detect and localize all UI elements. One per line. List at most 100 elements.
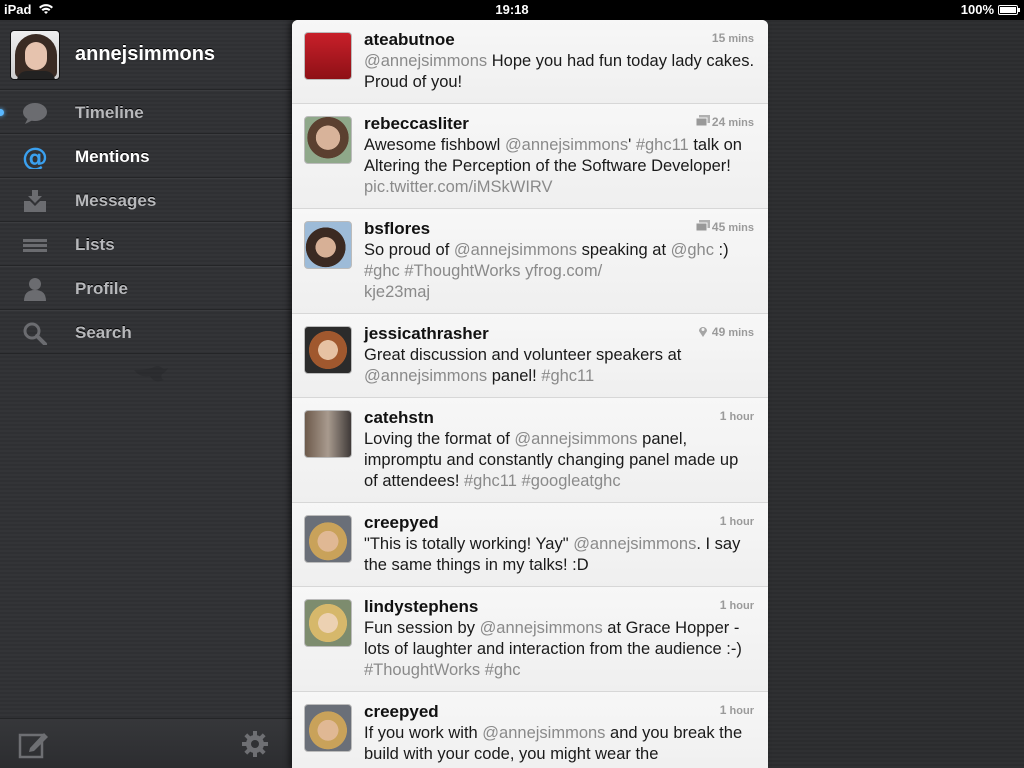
tweet-text-segment: panel! (487, 367, 542, 385)
tweet-entity-link[interactable]: @annejsimmons (364, 367, 487, 385)
tweet-timestamp: 49 mins (712, 325, 754, 339)
tweet-text-segment: ' (628, 136, 636, 154)
tweet-username[interactable]: lindystephens (364, 597, 478, 617)
tweet-username[interactable]: rebeccasliter (364, 114, 469, 134)
tweet-time-value: 24 (711, 115, 726, 129)
tweet-entity-link[interactable]: @annejsimmons (480, 619, 603, 637)
tweet-text-segment: Awesome fishbowl (364, 136, 505, 154)
tweet-entity-link[interactable]: @annejsimmons (505, 136, 628, 154)
battery-icon (998, 5, 1020, 15)
tweet-text: "This is totally working! Yay" @annejsim… (364, 534, 756, 576)
tweet-username[interactable]: ateabutnoe (364, 30, 455, 50)
avatar[interactable] (304, 326, 352, 374)
tweet-text-segment: "This is totally working! Yay" (364, 535, 574, 553)
tweet-text-segment: Great discussion and volunteer speakers … (364, 346, 682, 364)
tweet-entity-link[interactable]: #ghc11 (636, 136, 689, 154)
tweet-time-value: 49 (711, 325, 726, 339)
tweet-time-value: 45 (711, 220, 726, 234)
person-icon (24, 278, 46, 301)
tweet-text: Fun session by @annejsimmons at Grace Ho… (364, 618, 756, 681)
clock: 19:18 (495, 2, 529, 17)
tweet-username[interactable]: creepyed (364, 513, 439, 533)
battery-percentage: 100% (960, 2, 994, 17)
tweet-text: @annejsimmons Hope you had fun today lad… (364, 51, 756, 93)
tweet-row[interactable]: bsflores 45 mins So proud of @annejsimmons… (292, 209, 768, 314)
location-pin-icon (699, 327, 707, 337)
tweet-timestamp: 45 mins (712, 220, 754, 234)
sidebar-item-lists[interactable]: Lists (0, 222, 292, 266)
sidebar-item-profile[interactable]: Profile (0, 266, 292, 310)
tweet-time-unit: mins (728, 222, 754, 234)
tweet-time-unit: hour (729, 705, 754, 717)
tweet-entity-link[interactable]: @ghc (671, 241, 714, 259)
mentions-list[interactable]: ateabutnoe 15 mins @annejsimmons Hope you … (292, 20, 768, 768)
at-icon: @ (22, 145, 48, 169)
tweet-text-segment: Fun session by (364, 619, 480, 637)
sidebar-item-label: Timeline (75, 103, 144, 122)
avatar[interactable] (304, 410, 352, 458)
sidebar-item-mentions[interactable]: @ Mentions (0, 134, 292, 178)
avatar[interactable] (304, 32, 352, 80)
sidebar-item-label: Mentions (75, 147, 150, 166)
avatar[interactable] (304, 599, 352, 647)
tweet-text: If you work with @annejsimmons and you b… (364, 723, 756, 765)
account-username: annejsimmons (75, 43, 216, 65)
image-attachment-icon (696, 220, 710, 232)
avatar[interactable] (304, 116, 352, 164)
tweet-username[interactable]: catehstn (364, 408, 434, 428)
sidebar-item-label: Lists (75, 235, 115, 254)
tweet-username[interactable]: creepyed (364, 702, 439, 722)
unread-indicator (0, 109, 4, 116)
avatar[interactable] (10, 30, 60, 80)
tweet-row[interactable]: creepyed 1 hour "This is totally working! … (292, 503, 768, 587)
inbox-icon (24, 190, 46, 212)
tweet-row[interactable]: catehstn 1 hour Loving the format of @anne… (292, 398, 768, 503)
tweet-username[interactable]: jessicathrasher (364, 324, 489, 344)
sidebar-item-messages[interactable]: Messages (0, 178, 292, 222)
tweet-text-segment: speaking at (577, 241, 671, 259)
tweet-entity-link[interactable]: pic.twitter.com/iMSkWIRV (364, 178, 553, 196)
sidebar-item-timeline[interactable]: Timeline (0, 90, 292, 134)
tweet-text: So proud of @annejsimmons speaking at @g… (364, 240, 756, 303)
tweet-time-unit: mins (728, 327, 754, 339)
compose-icon[interactable] (18, 729, 50, 759)
tweet-row[interactable]: ateabutnoe 15 mins @annejsimmons Hope you … (292, 20, 768, 104)
tweet-row[interactable]: rebeccasliter 24 mins Awesome fishbowl @an… (292, 104, 768, 209)
tweet-entity-link[interactable]: #ThoughtWorks (404, 262, 520, 280)
tweet-timestamp: 24 mins (712, 115, 754, 129)
tweet-row[interactable]: lindystephens 1 hour Fun session by @annej… (292, 587, 768, 692)
avatar[interactable] (304, 515, 352, 563)
search-icon (23, 322, 47, 345)
tweet-entity-link[interactable]: @annejsimmons (364, 52, 487, 70)
tweet-entity-link[interactable]: #ghc11 (464, 472, 517, 490)
tweet-entity-link[interactable]: @annejsimmons (482, 724, 605, 742)
battery-level-fill (1000, 7, 1016, 13)
tweet-row[interactable]: creepyed 1 hour If you work with @annejsim… (292, 692, 768, 768)
tweet-entity-link[interactable]: @annejsimmons (454, 241, 577, 259)
avatar[interactable] (304, 704, 352, 752)
tweet-time-unit: mins (728, 117, 754, 129)
background-texture (768, 20, 1024, 768)
tweet-text-segment: So proud of (364, 241, 454, 259)
tweet-text-segment: Loving the format of (364, 430, 515, 448)
tweet-row[interactable]: jessicathrasher 49 mins Great discussion a… (292, 314, 768, 398)
tweet-entity-link[interactable]: #ghc (485, 661, 521, 679)
tweet-timestamp: 1 hour (720, 703, 754, 717)
sidebar-item-label: Search (75, 323, 132, 342)
tweet-entity-link[interactable]: #ThoughtWorks (364, 661, 480, 679)
account-header[interactable]: annejsimmons (0, 20, 292, 90)
speech-bubble-icon (23, 103, 47, 124)
tweet-time-unit: hour (729, 516, 754, 528)
sidebar-item-search[interactable]: Search (0, 310, 292, 354)
gear-icon[interactable] (240, 729, 270, 759)
tweet-entity-link[interactable]: @annejsimmons (514, 430, 637, 448)
sidebar-item-label: Messages (75, 191, 157, 210)
sidebar-item-label: Profile (75, 279, 128, 298)
tweet-entity-link[interactable]: #googleatghc (522, 472, 621, 490)
tweet-timestamp: 15 mins (712, 31, 754, 45)
tweet-entity-link[interactable]: #ghc11 (541, 367, 594, 385)
avatar[interactable] (304, 221, 352, 269)
tweet-entity-link[interactable]: #ghc (364, 262, 400, 280)
tweet-username[interactable]: bsflores (364, 219, 430, 239)
tweet-entity-link[interactable]: @annejsimmons (573, 535, 696, 553)
